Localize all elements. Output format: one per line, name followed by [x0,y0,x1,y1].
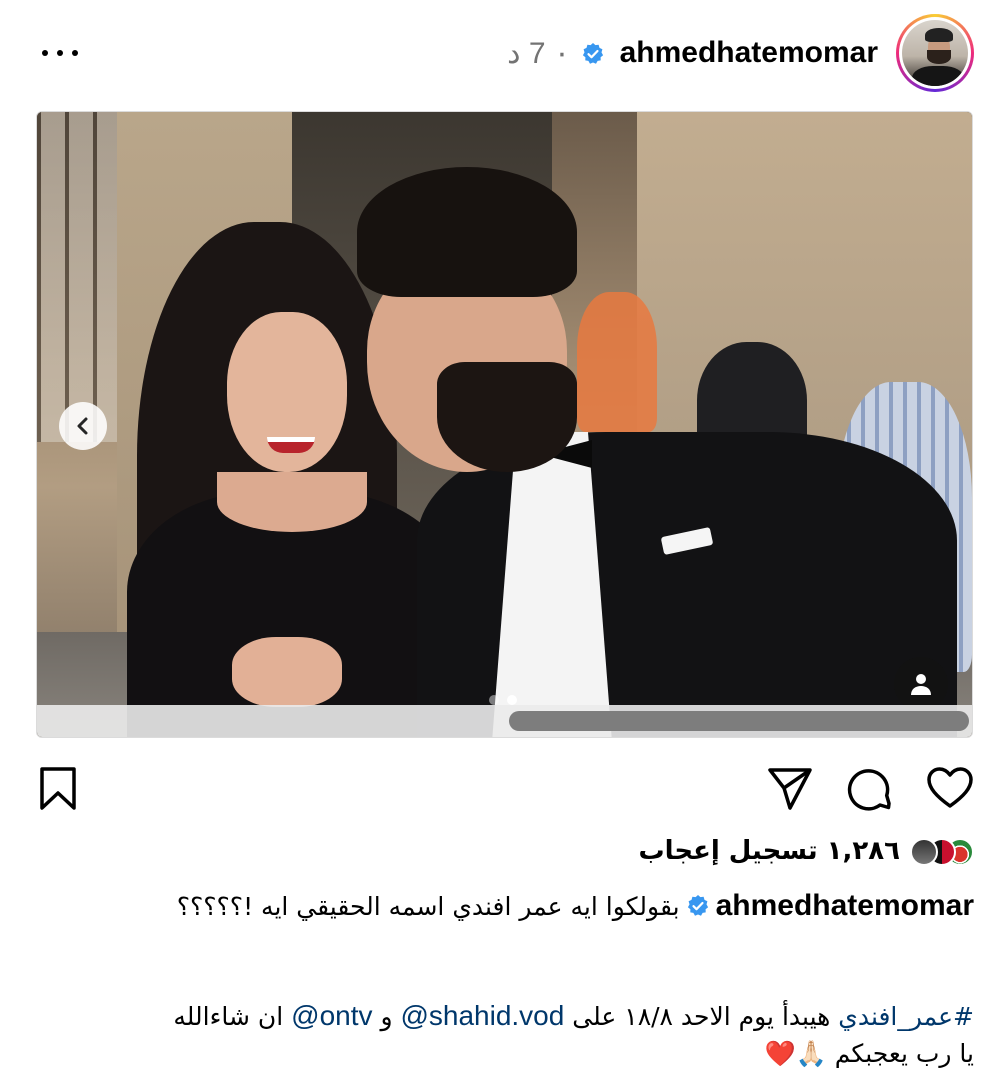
tagged-users-button[interactable] [894,657,948,711]
liker-avatar [910,838,938,866]
caption-text: بقولكوا ايه عمر افندي اسمه الحقيقي ايه !… [176,892,680,921]
caption-text: يا رب يعجبكم 🙏🏻❤️ [764,1039,974,1068]
caption-text: و [372,1002,401,1031]
caption-text: ان شاءالله [173,1002,292,1031]
caption-text: هيبدأ يوم الاحد ١٨/٨ على [564,1002,839,1031]
like-button[interactable] [926,766,974,814]
comment-icon [847,769,891,811]
horizontal-scrollbar[interactable] [37,705,972,737]
caption-line-1: ahmedhatemomar بقولكوا ايه عمر افندي اسم… [34,886,974,927]
scrollbar-thumb[interactable] [509,711,969,731]
chevron-left-icon [77,417,88,435]
post-header: ahmedhatemomar ٠ 7 د [0,0,990,110]
author-avatar[interactable] [896,14,974,92]
carousel-dot [507,695,517,705]
hashtag-link[interactable]: #عمر_افندي [838,1002,974,1031]
caption-username[interactable]: ahmedhatemomar [716,889,974,922]
mention-link-ontv[interactable]: @ontv [291,1000,372,1031]
user-tag-icon [911,674,931,695]
save-button[interactable] [38,766,78,816]
author-username[interactable]: ahmedhatemomar [620,36,878,70]
caption-line-3: يا رب يعجبكم 🙏🏻❤️ [24,1034,974,1074]
post-media[interactable] [36,111,973,738]
likes-count[interactable]: ١,٢٨٦ تسجيل إعجاب [638,836,900,866]
post-time: ٠ 7 د [507,37,570,70]
share-button[interactable] [766,766,814,816]
mention-link-shahid[interactable]: @shahid.vod [400,1000,564,1031]
more-horizontal-icon [42,50,48,56]
caption-line-2: #عمر_افندي هيبدأ يوم الاحد ١٨/٨ على @sha… [24,996,974,1037]
carousel-prev-button[interactable] [59,402,107,450]
verified-badge-icon [582,43,604,64]
send-icon [768,768,812,810]
bookmark-icon [40,767,76,810]
post-photo [37,112,972,737]
comment-button[interactable] [846,766,894,816]
heart-icon [927,767,973,808]
verified-badge-icon [687,895,708,916]
more-options-button[interactable] [40,38,80,68]
liker-avatars[interactable] [908,838,974,868]
carousel-dot [489,695,499,705]
